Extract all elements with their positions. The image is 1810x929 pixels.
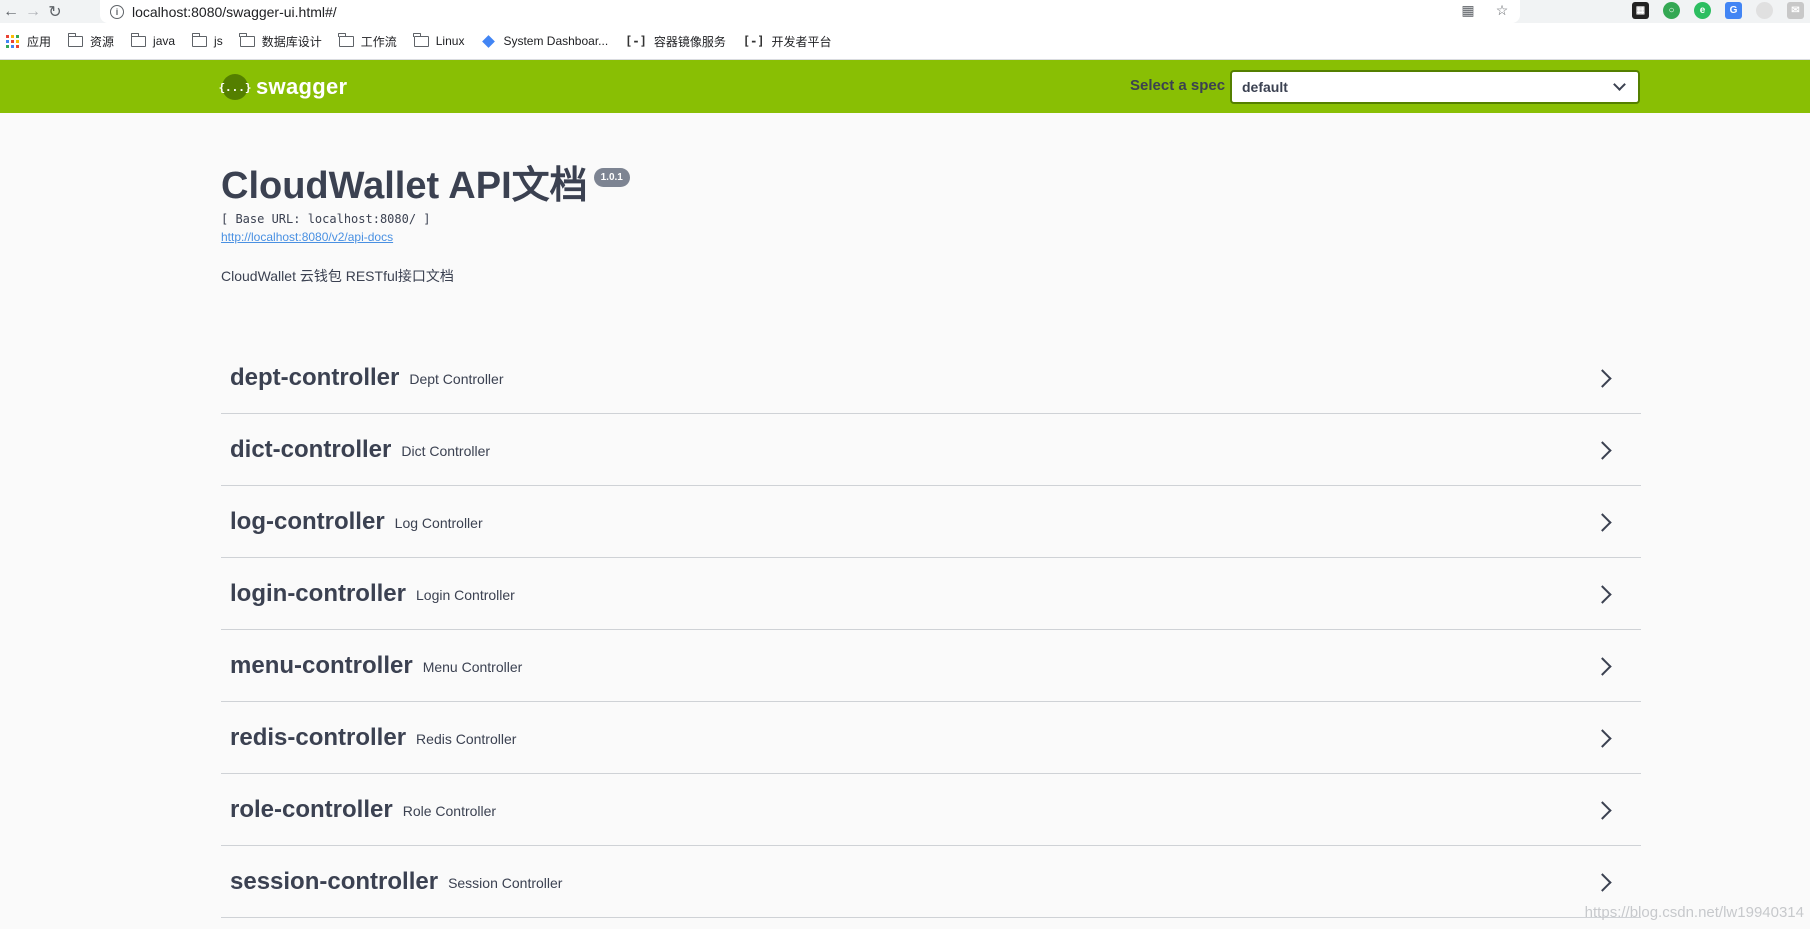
- apps-grid-icon: [6, 34, 19, 48]
- folder-icon: [338, 32, 354, 47]
- swagger-logo-icon: {...}: [218, 74, 252, 100]
- bookmark-label: java: [153, 34, 176, 48]
- bookmark-link[interactable]: [-] 容器镜像服务: [625, 33, 726, 50]
- extension-timer-icon[interactable]: [1756, 2, 1773, 19]
- reload-icon[interactable]: ↻: [44, 1, 66, 23]
- controller-name: menu-controller: [230, 651, 413, 679]
- chevron-right-icon[interactable]: [1593, 513, 1612, 532]
- version-badge: 1.0.1: [593, 168, 630, 187]
- bookmark-folder[interactable]: js: [191, 32, 223, 48]
- controller-description: Dept Controller: [409, 371, 504, 387]
- bookmark-folder[interactable]: 资源: [67, 32, 115, 50]
- bookmark-label: 开发者平台: [771, 34, 832, 49]
- controller-name: session-controller: [230, 867, 439, 895]
- site-info-icon[interactable]: i: [110, 4, 124, 19]
- bookmark-folder[interactable]: java: [130, 32, 176, 48]
- folder-icon: [191, 32, 208, 47]
- bracket-icon: [-]: [742, 34, 765, 48]
- swagger-logo-text: swagger: [256, 74, 348, 99]
- folder-icon: [67, 32, 84, 47]
- swagger-topbar: {...} swagger Select a spec default: [0, 60, 1810, 113]
- api-info: CloudWallet API文档 1.0.1 [ Base URL: loca…: [221, 164, 630, 286]
- controller-row[interactable]: login-controller Login Controller: [221, 558, 1641, 630]
- bookmark-apps[interactable]: 应用: [6, 33, 51, 50]
- bookmark-label: 数据库设计: [261, 34, 322, 49]
- controller-description: Dict Controller: [401, 443, 491, 459]
- controller-name: log-controller: [230, 507, 385, 535]
- chevron-right-icon[interactable]: [1593, 873, 1612, 892]
- page-title: CloudWallet API文档: [221, 165, 588, 207]
- select-spec-label: Select a spec: [1130, 77, 1226, 94]
- chevron-right-icon[interactable]: [1593, 729, 1612, 748]
- controller-row[interactable]: log-controller Log Controller: [221, 486, 1641, 558]
- controller-row[interactable]: dict-controller Dict Controller: [221, 414, 1641, 486]
- spec-select-value: default: [1242, 79, 1288, 95]
- controller-description: Log Controller: [394, 515, 483, 531]
- swagger-logo[interactable]: {...} swagger: [218, 74, 348, 100]
- controller-name: dict-controller: [230, 435, 392, 463]
- chevron-down-icon: [1613, 78, 1626, 91]
- controller-row[interactable]: menu-controller Menu Controller: [221, 630, 1641, 702]
- folder-icon: [413, 32, 429, 47]
- forward-icon[interactable]: →: [22, 1, 44, 23]
- controller-row[interactable]: redis-controller Redis Controller: [221, 702, 1641, 774]
- bookmark-folder[interactable]: 数据库设计: [239, 32, 322, 50]
- extension-evernote-icon[interactable]: e: [1694, 2, 1711, 19]
- controller-name: role-controller: [230, 795, 393, 823]
- controller-list: dept-controller Dept Controller dict-con…: [221, 342, 1641, 918]
- bookmark-link[interactable]: System Dashboar...: [481, 34, 608, 48]
- address-url[interactable]: localhost:8080/swagger-ui.html#/: [132, 4, 337, 20]
- bookmark-label: Linux: [435, 34, 465, 48]
- controller-description: Session Controller: [448, 875, 563, 891]
- bookmark-folder[interactable]: Linux: [413, 32, 465, 48]
- controller-description: Login Controller: [416, 587, 515, 603]
- watermark: https://blog.csdn.net/lw19940314: [1584, 904, 1804, 921]
- folder-icon: [130, 32, 147, 47]
- translate-icon[interactable]: ▦: [1460, 2, 1476, 18]
- chevron-right-icon[interactable]: [1593, 441, 1612, 460]
- extension-translate-icon[interactable]: G: [1725, 2, 1742, 19]
- api-docs-link[interactable]: http://localhost:8080/v2/api-docs: [221, 230, 630, 244]
- controller-description: Menu Controller: [422, 659, 523, 675]
- bookmark-label: 工作流: [360, 34, 397, 49]
- chevron-right-icon[interactable]: [1593, 585, 1612, 604]
- browser-toolbar: ← → ↻ i localhost:8080/swagger-ui.html#/…: [0, 0, 1810, 23]
- bookmark-star-icon[interactable]: ☆: [1494, 2, 1510, 18]
- extension-qr-icon[interactable]: ▦: [1632, 2, 1649, 19]
- chevron-right-icon[interactable]: [1593, 369, 1612, 388]
- controller-row[interactable]: role-controller Role Controller: [221, 774, 1641, 846]
- folder-icon: [239, 32, 255, 47]
- bookmark-label: System Dashboar...: [503, 34, 609, 48]
- back-icon[interactable]: ←: [0, 1, 22, 23]
- bookmark-label: 资源: [90, 34, 115, 49]
- controller-description: Role Controller: [402, 803, 497, 819]
- controller-name: login-controller: [230, 579, 406, 607]
- spec-select[interactable]: default: [1230, 70, 1640, 104]
- bracket-icon: [-]: [625, 34, 647, 48]
- api-description: CloudWallet 云钱包 RESTful接口文档: [221, 268, 454, 284]
- controller-row[interactable]: dept-controller Dept Controller: [221, 342, 1641, 414]
- chevron-right-icon[interactable]: [1593, 801, 1612, 820]
- bookmark-label: js: [214, 34, 223, 48]
- controller-name: redis-controller: [230, 723, 407, 751]
- controller-name: dept-controller: [230, 363, 400, 391]
- extension-mail-icon[interactable]: ✉: [1787, 2, 1804, 19]
- base-url: [ Base URL: localhost:8080/ ]: [221, 212, 431, 226]
- address-bar[interactable]: i localhost:8080/swagger-ui.html#/ ▦ ☆: [100, 0, 1520, 23]
- controller-row[interactable]: session-controller Session Controller: [221, 846, 1641, 918]
- controller-description: Redis Controller: [416, 731, 517, 747]
- extension-chrome-icon[interactable]: ○: [1663, 2, 1680, 19]
- bookmark-label: 应用: [27, 34, 52, 49]
- bookmark-link[interactable]: [-] 开发者平台: [743, 33, 832, 50]
- diamond-icon: [482, 34, 496, 48]
- bookmarks-bar: 应用 资源 java js 数据库设计 工作流 Linux System Das…: [0, 23, 1810, 60]
- bookmark-label: 容器镜像服务: [653, 34, 726, 49]
- chevron-right-icon[interactable]: [1593, 657, 1612, 676]
- bookmark-folder[interactable]: 工作流: [338, 32, 397, 50]
